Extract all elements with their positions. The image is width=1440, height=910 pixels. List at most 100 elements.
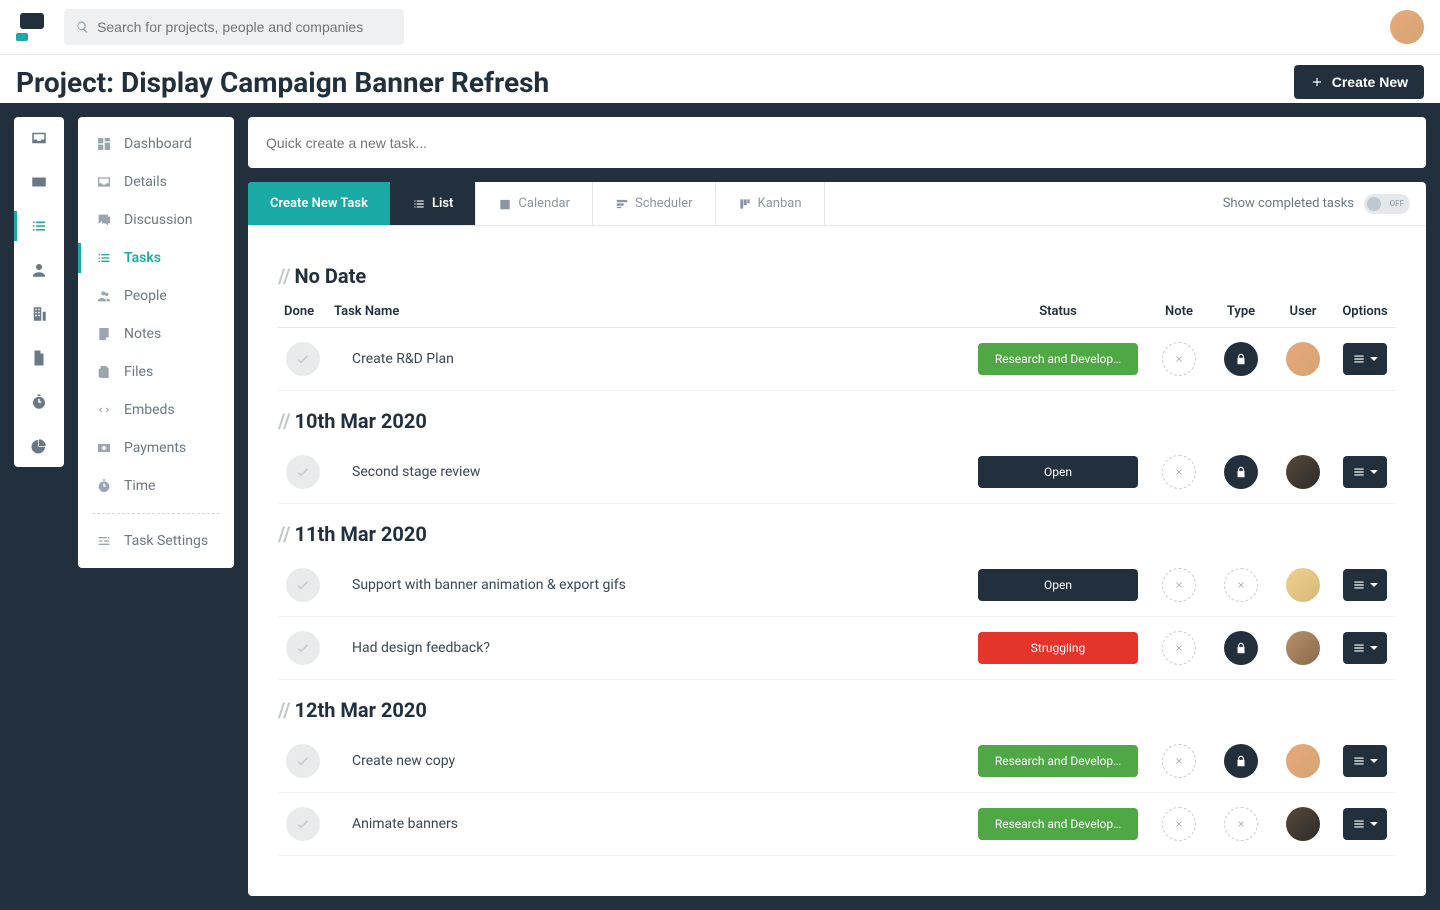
task-type-locked[interactable]	[1224, 631, 1258, 665]
chat-icon	[96, 212, 112, 228]
done-toggle[interactable]	[286, 631, 320, 665]
task-type-empty[interactable]	[1224, 807, 1258, 841]
col-user: User	[1272, 304, 1334, 319]
sidebar-item-files[interactable]: Files	[78, 353, 234, 391]
rail-card[interactable]	[14, 173, 64, 191]
sidebar-item-embeds[interactable]: Embeds	[78, 391, 234, 429]
status-badge[interactable]: Research and Develop…	[978, 808, 1138, 840]
task-name[interactable]: Support with banner animation & export g…	[334, 577, 968, 593]
tab-list[interactable]: List	[390, 182, 476, 225]
rail-chart[interactable]	[14, 437, 64, 455]
lock-icon	[1234, 352, 1248, 366]
task-note-empty[interactable]	[1162, 744, 1196, 778]
quick-create-input[interactable]	[266, 135, 1408, 151]
code-icon	[96, 402, 112, 418]
list-icon	[96, 250, 112, 266]
task-options-button[interactable]	[1343, 745, 1387, 777]
task-note-empty[interactable]	[1162, 807, 1196, 841]
task-row: Second stage review Open	[278, 441, 1396, 504]
task-user-avatar[interactable]	[1286, 342, 1320, 376]
show-completed-toggle[interactable]: OFF	[1364, 194, 1410, 214]
search-icon	[76, 20, 89, 34]
section-header: //11th Mar 2020	[278, 522, 1396, 546]
sidebar-item-discussion[interactable]: Discussion	[78, 201, 234, 239]
rail-company[interactable]	[14, 305, 64, 323]
close-icon	[1174, 819, 1184, 829]
task-options-button[interactable]	[1343, 569, 1387, 601]
task-name[interactable]: Second stage review	[334, 464, 968, 480]
done-toggle[interactable]	[286, 744, 320, 778]
global-search[interactable]	[64, 9, 404, 45]
pie-icon	[30, 437, 48, 455]
tab-calendar[interactable]: Calendar	[476, 182, 593, 225]
task-note-empty[interactable]	[1162, 568, 1196, 602]
task-user-avatar[interactable]	[1286, 455, 1320, 489]
status-badge[interactable]: Open	[978, 569, 1138, 601]
task-type-locked[interactable]	[1224, 455, 1258, 489]
app-logo[interactable]	[16, 11, 48, 43]
sidebar-item-task-settings[interactable]: Task Settings	[78, 522, 234, 560]
status-badge[interactable]: Open	[978, 456, 1138, 488]
task-user-avatar[interactable]	[1286, 631, 1320, 665]
task-options-button[interactable]	[1343, 808, 1387, 840]
sidebar-item-dashboard[interactable]: Dashboard	[78, 125, 234, 163]
rail-tasks[interactable]	[14, 217, 64, 235]
sidebar-item-time[interactable]: Time	[78, 467, 234, 505]
task-note-empty[interactable]	[1162, 342, 1196, 376]
status-badge[interactable]: Struggling	[978, 632, 1138, 664]
building-icon	[30, 305, 48, 323]
task-options-button[interactable]	[1343, 343, 1387, 375]
task-user-avatar[interactable]	[1286, 568, 1320, 602]
close-icon	[1236, 580, 1246, 590]
task-name[interactable]: Create new copy	[334, 753, 968, 769]
note-icon	[96, 326, 112, 342]
inbox-icon	[96, 174, 112, 190]
status-badge[interactable]: Research and Develop…	[978, 343, 1138, 375]
task-name[interactable]: Had design feedback?	[334, 640, 968, 656]
sidebar-item-notes[interactable]: Notes	[78, 315, 234, 353]
done-toggle[interactable]	[286, 455, 320, 489]
rail-file[interactable]	[14, 349, 64, 367]
search-input[interactable]	[97, 19, 392, 35]
task-row: Had design feedback? Struggling	[278, 617, 1396, 680]
task-row: Create R&D Plan Research and Develop…	[278, 328, 1396, 391]
rail-inbox[interactable]	[14, 129, 64, 147]
task-user-avatar[interactable]	[1286, 807, 1320, 841]
task-row: Support with banner animation & export g…	[278, 554, 1396, 617]
status-badge[interactable]: Research and Develop…	[978, 745, 1138, 777]
done-toggle[interactable]	[286, 342, 320, 376]
task-user-avatar[interactable]	[1286, 744, 1320, 778]
stopwatch-icon	[30, 393, 48, 411]
sidebar-item-tasks[interactable]: Tasks	[78, 239, 234, 277]
task-options-button[interactable]	[1343, 456, 1387, 488]
list-icon	[30, 217, 48, 235]
menu-icon	[1352, 352, 1366, 366]
sidebar-item-details[interactable]: Details	[78, 163, 234, 201]
tab-scheduler[interactable]: Scheduler	[593, 182, 716, 225]
show-completed-label: Show completed tasks	[1223, 196, 1354, 211]
sidebar-item-payments[interactable]: Payments	[78, 429, 234, 467]
stopwatch-icon	[96, 478, 112, 494]
task-note-empty[interactable]	[1162, 631, 1196, 665]
done-toggle[interactable]	[286, 568, 320, 602]
user-avatar[interactable]	[1390, 10, 1424, 44]
col-note: Note	[1148, 304, 1210, 319]
tab-kanban[interactable]: Kanban	[716, 182, 825, 225]
done-toggle[interactable]	[286, 807, 320, 841]
sidebar-item-people[interactable]: People	[78, 277, 234, 315]
create-new-button[interactable]: Create New	[1294, 65, 1424, 99]
task-type-empty[interactable]	[1224, 568, 1258, 602]
rail-person[interactable]	[14, 261, 64, 279]
scheduler-icon	[615, 197, 629, 211]
task-name[interactable]: Animate banners	[334, 816, 968, 832]
tab-create-task[interactable]: Create New Task	[248, 182, 390, 225]
rail-timer[interactable]	[14, 393, 64, 411]
quick-create-bar[interactable]	[248, 117, 1426, 168]
task-type-locked[interactable]	[1224, 342, 1258, 376]
task-name[interactable]: Create R&D Plan	[334, 351, 968, 367]
people-icon	[96, 288, 112, 304]
task-type-locked[interactable]	[1224, 744, 1258, 778]
close-icon	[1236, 819, 1246, 829]
task-options-button[interactable]	[1343, 632, 1387, 664]
task-note-empty[interactable]	[1162, 455, 1196, 489]
